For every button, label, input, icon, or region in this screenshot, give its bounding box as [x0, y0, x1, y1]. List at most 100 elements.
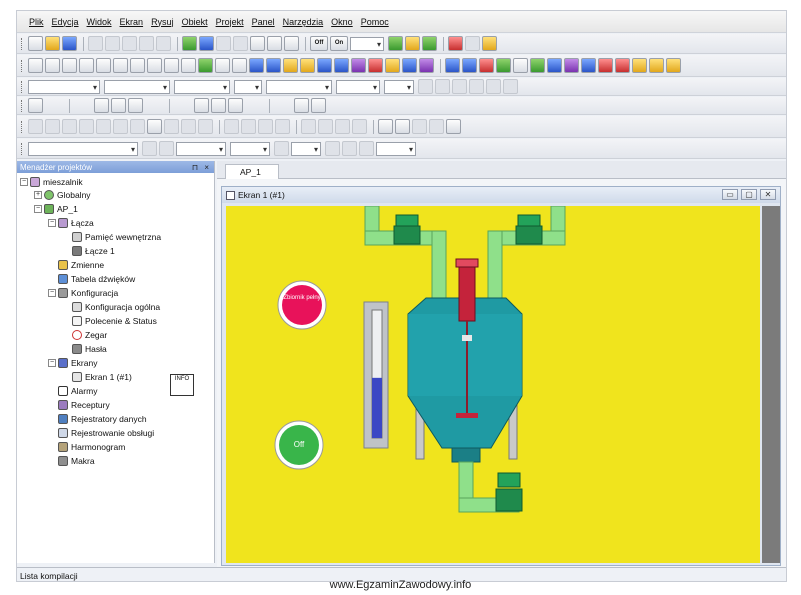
tab-ap1[interactable]: AP_1	[225, 164, 279, 179]
chart-icon[interactable]	[317, 58, 332, 73]
menu-widok[interactable]: Widok	[87, 17, 112, 27]
text-display-icon[interactable]	[147, 58, 162, 73]
screen-icon[interactable]	[28, 98, 43, 113]
align-center-icon[interactable]	[435, 79, 450, 94]
toolbar-grip[interactable]	[21, 59, 24, 72]
tree-node-general-config[interactable]: Konfiguracja ogólna	[72, 300, 160, 313]
style-combo[interactable]	[174, 79, 230, 94]
menu-pomoc[interactable]: Pomoc	[361, 17, 389, 27]
home-icon[interactable]	[130, 119, 145, 134]
bulb-icon[interactable]	[283, 58, 298, 73]
layer-copy-icon[interactable]	[211, 98, 226, 113]
bring-front-icon[interactable]	[28, 119, 43, 134]
window-cascade-icon[interactable]	[311, 98, 326, 113]
tree-node-alarms[interactable]: Alarmy	[58, 384, 97, 397]
save-icon[interactable]	[62, 36, 77, 51]
tree-node-project[interactable]: mieszalnik	[30, 175, 83, 188]
backward-icon[interactable]	[79, 119, 94, 134]
close-button[interactable]: ✕	[760, 189, 776, 200]
bar-graph-icon[interactable]	[249, 58, 264, 73]
send-back-icon[interactable]	[45, 119, 60, 134]
duplicate-icon[interactable]	[335, 119, 350, 134]
menu-projekt[interactable]: Projekt	[216, 17, 244, 27]
align-left-icon[interactable]	[418, 79, 433, 94]
border-icon[interactable]	[342, 141, 357, 156]
text-size-down-icon[interactable]	[159, 141, 174, 156]
tree-node-passwords[interactable]: Hasła	[72, 342, 107, 355]
toolbar-grip[interactable]	[21, 142, 24, 155]
font-combo[interactable]	[28, 79, 100, 94]
history-icon[interactable]	[564, 58, 579, 73]
tree-node-variables[interactable]: Zmienne	[58, 258, 104, 271]
alarm-icon[interactable]	[368, 58, 383, 73]
clock-icon[interactable]	[385, 58, 400, 73]
line-style-icon[interactable]	[325, 141, 340, 156]
tree-node-ap1[interactable]: AP_1	[44, 202, 78, 215]
text-font-combo[interactable]	[28, 141, 138, 156]
tree-node-command-status[interactable]: Polecenie & Status	[72, 314, 157, 327]
transfer-icon[interactable]	[448, 36, 463, 51]
text-size-combo[interactable]	[176, 141, 226, 156]
tree-node-macros[interactable]: Makra	[58, 454, 95, 467]
screen-close-icon[interactable]	[128, 98, 143, 113]
menu-narzedzia[interactable]: Narzędzia	[283, 17, 324, 27]
tree-expand-toggle[interactable]: +	[34, 191, 42, 199]
tool-icon[interactable]	[429, 119, 444, 134]
brush-icon[interactable]	[530, 58, 545, 73]
tree-node-link1[interactable]: Łącze 1	[72, 244, 115, 257]
tree-node-operation-log[interactable]: Rejestrowanie obsługi	[58, 426, 154, 439]
forward-icon[interactable]	[62, 119, 77, 134]
menu-rysuj[interactable]: Rysuj	[151, 17, 174, 27]
print-screen-icon[interactable]	[632, 58, 647, 73]
screen-new-icon[interactable]	[94, 98, 109, 113]
toolbar-grip[interactable]	[21, 80, 24, 93]
alarm-lamp[interactable]	[277, 280, 327, 330]
lamp-icon[interactable]	[215, 58, 230, 73]
recipe-icon[interactable]	[402, 58, 417, 73]
screen-import-icon[interactable]	[216, 36, 231, 51]
cut-icon[interactable]	[88, 36, 103, 51]
valve-outlet-icon[interactable]	[495, 472, 523, 512]
line-combo[interactable]	[234, 79, 262, 94]
distribute-h-icon[interactable]	[224, 119, 239, 134]
bold-icon[interactable]	[28, 58, 43, 73]
array-icon[interactable]	[352, 119, 367, 134]
level-bar-graph[interactable]	[363, 301, 389, 449]
menu-okno[interactable]: Okno	[331, 17, 353, 27]
screen-copy-icon[interactable]	[199, 36, 214, 51]
tree-node-internal-memory[interactable]: Pamięć wewnętrzna	[72, 230, 161, 243]
tree-node-screen1[interactable]: Ekran 1 (#1)	[72, 370, 132, 383]
undo-icon[interactable]	[139, 36, 154, 51]
window-icon[interactable]	[462, 58, 477, 73]
copy-format-icon[interactable]	[301, 119, 316, 134]
screen-export-icon[interactable]	[233, 36, 248, 51]
screen-open-icon[interactable]	[111, 98, 126, 113]
resize-icon[interactable]	[198, 119, 213, 134]
tree-collapse-toggle[interactable]: −	[48, 219, 56, 227]
vertical-scrollbar[interactable]	[762, 206, 780, 563]
window-tile-icon[interactable]	[294, 98, 309, 113]
tree-node-screens[interactable]: Ekrany	[58, 356, 97, 369]
mirror-icon[interactable]	[181, 119, 196, 134]
text-color-icon[interactable]	[274, 141, 289, 156]
tree-node-recipes[interactable]: Receptury	[58, 398, 110, 411]
print-icon[interactable]	[465, 36, 480, 51]
function-icon[interactable]	[96, 58, 111, 73]
user-icon[interactable]	[300, 58, 315, 73]
picture-icon[interactable]	[351, 58, 366, 73]
select-icon[interactable]	[378, 119, 393, 134]
zoom-fit-icon[interactable]	[284, 36, 299, 51]
state-combo[interactable]	[350, 36, 384, 51]
menu-plik[interactable]: Plik	[29, 17, 44, 27]
border-combo[interactable]	[376, 141, 416, 156]
menu-obiekt[interactable]: Obiekt	[182, 17, 208, 27]
help-icon[interactable]	[482, 36, 497, 51]
connector-icon[interactable]	[232, 58, 247, 73]
rotate-icon[interactable]	[164, 58, 179, 73]
maximize-button[interactable]: ▢	[741, 189, 757, 200]
toolbar-grip[interactable]	[21, 99, 24, 112]
tree-node-links[interactable]: Łącza	[58, 216, 94, 229]
tree-node-sound-table[interactable]: Tabela dźwięków	[58, 272, 135, 285]
paste-format-icon[interactable]	[318, 119, 333, 134]
align-top-icon[interactable]	[469, 79, 484, 94]
